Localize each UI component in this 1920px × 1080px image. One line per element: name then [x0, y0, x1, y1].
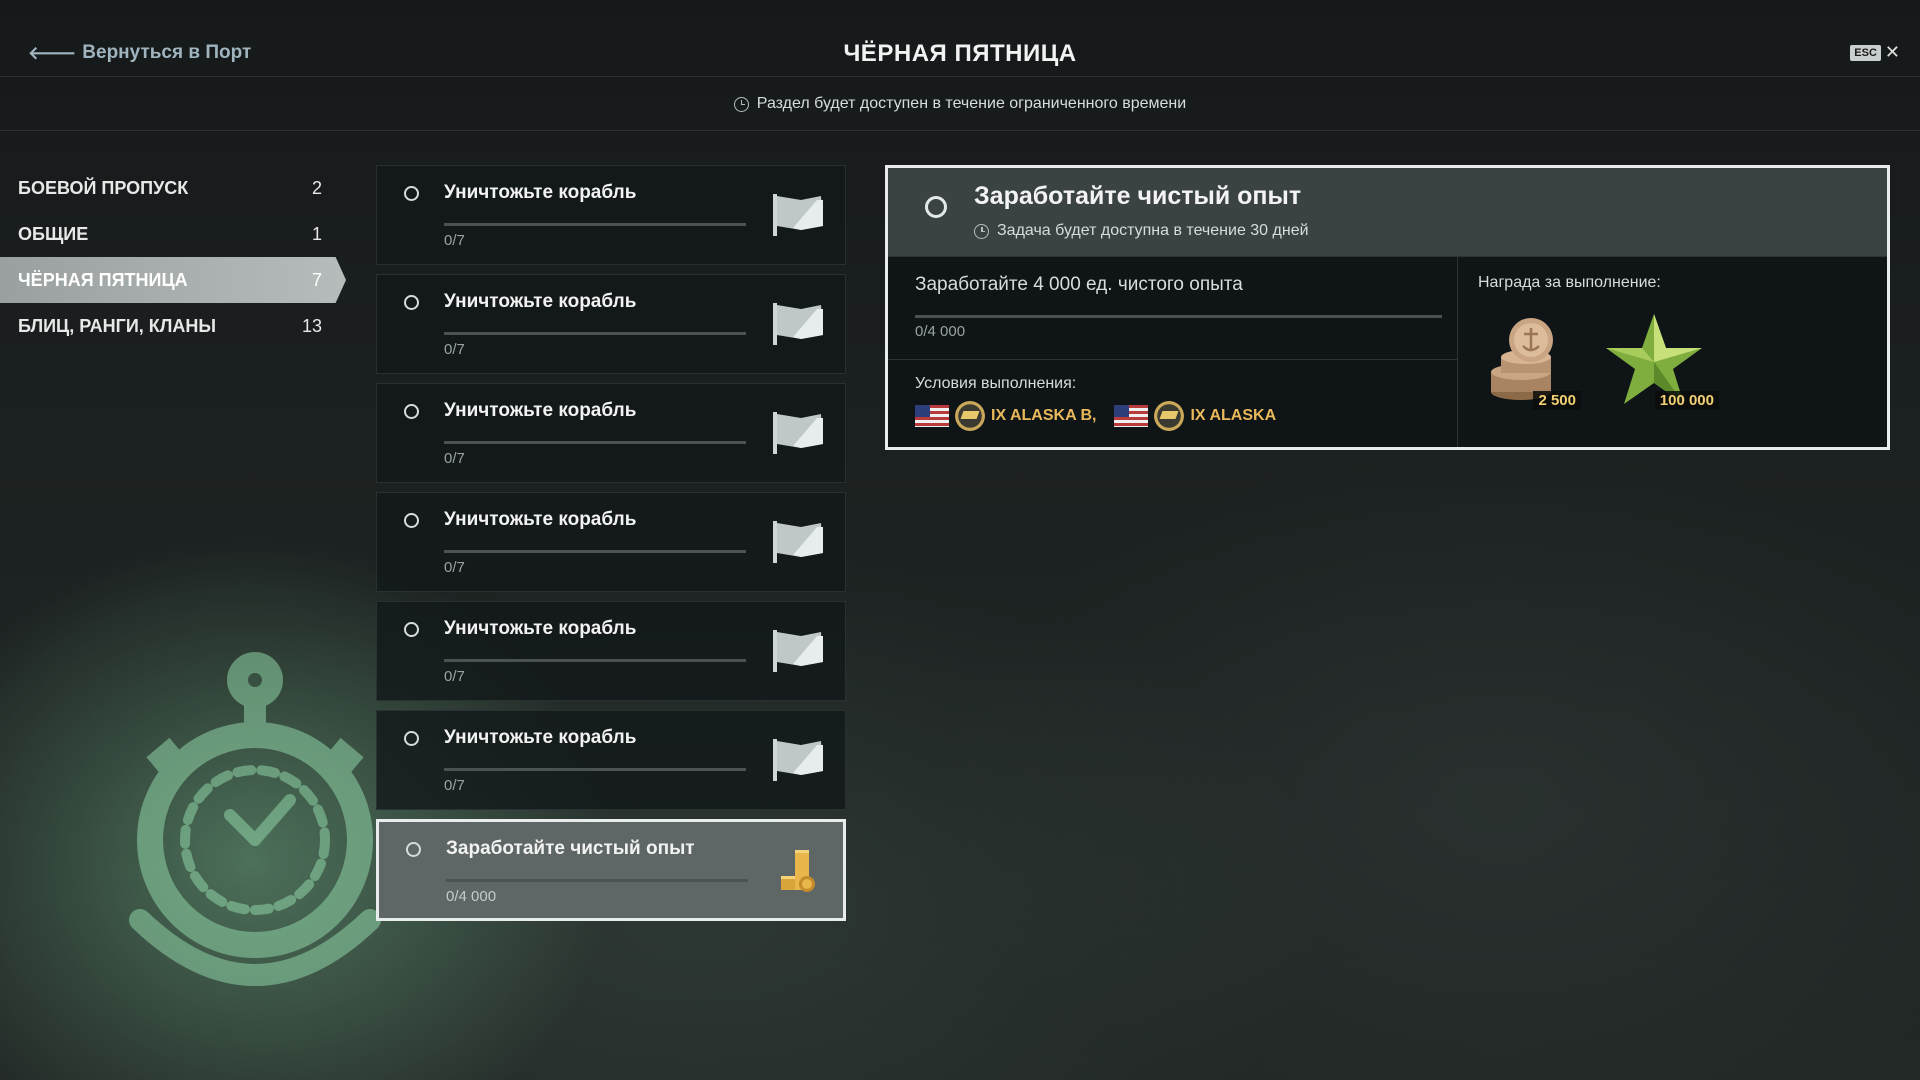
detail-status-radio — [925, 196, 947, 218]
task-name: Уничтожьте корабль — [444, 618, 637, 639]
detail-title: Заработайте чистый опыт — [974, 182, 1302, 210]
task-card[interactable]: Уничтожьте корабль 0/7 — [376, 601, 846, 701]
task-card[interactable]: Уничтожьте корабль 0/7 — [376, 274, 846, 374]
availability-text: Задача будет доступна в течение 30 дней — [997, 222, 1309, 239]
task-progress-bar — [444, 332, 746, 335]
notice-text: Раздел будет доступен в течение ограниче… — [756, 95, 1187, 112]
sidebar-item-count: 13 — [301, 315, 322, 336]
task-progress-bar — [444, 441, 746, 444]
task-name: Уничтожьте корабль — [444, 182, 637, 203]
us-flag-icon — [915, 405, 949, 427]
detail-task-section: Заработайте 4 000 ед. чистого опыта 0/4 … — [888, 257, 1458, 447]
ship-name[interactable]: IX ALASKA — [1190, 407, 1276, 425]
conditions-label: Условия выполнения: — [915, 375, 1077, 392]
task-progress-text: 0/7 — [444, 341, 465, 358]
clock-icon — [974, 223, 989, 239]
detail-progress-text: 0/4 000 — [915, 323, 966, 340]
task-status-radio — [404, 513, 419, 528]
task-progress-text: 0/7 — [444, 668, 465, 685]
page-title: ЧЁРНАЯ ПЯТНИЦА — [843, 40, 1077, 67]
clock-icon — [733, 96, 749, 112]
task-card-selected[interactable]: Заработайте чистый опыт 0/4 000 — [376, 819, 846, 921]
task-status-radio — [404, 295, 419, 310]
task-card[interactable]: Уничтожьте корабль 0/7 — [376, 383, 846, 483]
flag-icon — [773, 630, 823, 672]
task-progress-text: 0/7 — [444, 450, 465, 467]
ship-class-badge-icon — [1154, 401, 1185, 431]
sidebar-item-blitz-ranks-clans[interactable]: БЛИЦ, РАНГИ, КЛАНЫ 13 — [0, 303, 346, 349]
detail-header: Заработайте чистый опыт Задача будет дос… — [888, 168, 1887, 257]
time-limit-notice: Раздел будет доступен в течение ограниче… — [0, 78, 1920, 131]
task-status-radio — [404, 731, 419, 746]
stopwatch-anchor-emblem-icon — [129, 652, 381, 986]
flag-icon — [773, 412, 823, 454]
task-status-radio — [404, 186, 419, 201]
task-progress-bar — [444, 659, 746, 662]
task-name: Уничтожьте корабль — [444, 291, 637, 312]
task-progress-bar — [444, 223, 746, 226]
reward-credits[interactable]: 2 500 — [1481, 312, 1581, 412]
sidebar-item-black-friday[interactable]: ЧЁРНАЯ ПЯТНИЦА 7 — [0, 257, 346, 303]
sidebar-item-battle-pass[interactable]: БОЕВОЙ ПРОПУСК 2 — [0, 165, 346, 211]
flag-icon — [773, 303, 823, 345]
task-name: Заработайте чистый опыт — [446, 838, 695, 859]
task-progress-bar — [444, 768, 746, 771]
task-list: Уничтожьте корабль 0/7 Уничтожьте корабл… — [376, 165, 846, 930]
detail-task-text: Заработайте 4 000 ед. чистого опыта — [915, 274, 1243, 295]
sidebar-item-label: БОЕВОЙ ПРОПУСК — [18, 177, 189, 198]
us-flag-icon — [1114, 405, 1149, 427]
task-name: Уничтожьте корабль — [444, 727, 637, 748]
detail-progress-bar — [915, 315, 1442, 318]
sidebar-item-count: 7 — [311, 269, 322, 290]
close-icon: ✕ — [1884, 42, 1900, 62]
task-progress-text: 0/7 — [444, 559, 465, 576]
task-status-radio — [404, 404, 419, 419]
esc-key-badge: ESC — [1850, 44, 1881, 61]
task-card[interactable]: Уничтожьте корабль 0/7 — [376, 165, 846, 265]
task-status-radio — [404, 622, 419, 637]
task-name: Уничтожьте корабль — [444, 400, 637, 421]
coins-icon — [781, 850, 815, 892]
ship-name[interactable]: IX ALASKA B, — [991, 407, 1096, 425]
sidebar-item-general[interactable]: ОБЩИЕ 1 — [0, 211, 346, 257]
task-progress-text: 0/7 — [444, 232, 465, 249]
flag-icon — [773, 521, 823, 563]
close-button[interactable]: ESC ✕ — [1850, 42, 1900, 63]
conditions-ships: IX ALASKA B, IX ALASKA — [915, 401, 1276, 431]
sidebar-item-count: 1 — [311, 223, 322, 244]
reward-xp[interactable]: 100 000 — [1604, 312, 1719, 412]
task-detail-panel: Заработайте чистый опыт Задача будет дос… — [885, 165, 1890, 450]
sidebar-item-label: БЛИЦ, РАНГИ, КЛАНЫ — [18, 315, 217, 336]
reward-xp-value: 100 000 — [1654, 391, 1719, 410]
ship-class-badge-icon — [955, 401, 985, 431]
reward-credits-value: 2 500 — [1533, 391, 1581, 410]
reward-label: Награда за выполнение: — [1478, 274, 1661, 291]
task-card[interactable]: Уничтожьте корабль 0/7 — [376, 492, 846, 592]
task-status-radio — [406, 842, 421, 857]
flag-icon — [773, 739, 823, 781]
sidebar: БОЕВОЙ ПРОПУСК 2 ОБЩИЕ 1 ЧЁРНАЯ ПЯТНИЦА … — [0, 165, 346, 349]
sidebar-item-label: ЧЁРНАЯ ПЯТНИЦА — [18, 269, 188, 290]
divider — [888, 359, 1458, 360]
task-progress-bar — [444, 550, 746, 553]
detail-reward-section: Награда за выполнение: 2 500 100 000 — [1459, 257, 1887, 447]
flag-icon — [773, 194, 823, 236]
detail-availability: Задача будет доступна в течение 30 дней — [974, 222, 1309, 240]
sidebar-item-count: 2 — [311, 177, 322, 198]
task-name: Уничтожьте корабль — [444, 509, 637, 530]
task-progress-bar — [446, 879, 748, 882]
task-card[interactable]: Уничтожьте корабль 0/7 — [376, 710, 846, 810]
top-bar: 🡐 Вернуться в Порт ЧЁРНАЯ ПЯТНИЦА ESC ✕ — [0, 0, 1920, 77]
sidebar-item-label: ОБЩИЕ — [18, 223, 89, 244]
task-progress-text: 0/4 000 — [446, 888, 497, 905]
task-progress-text: 0/7 — [444, 777, 465, 794]
